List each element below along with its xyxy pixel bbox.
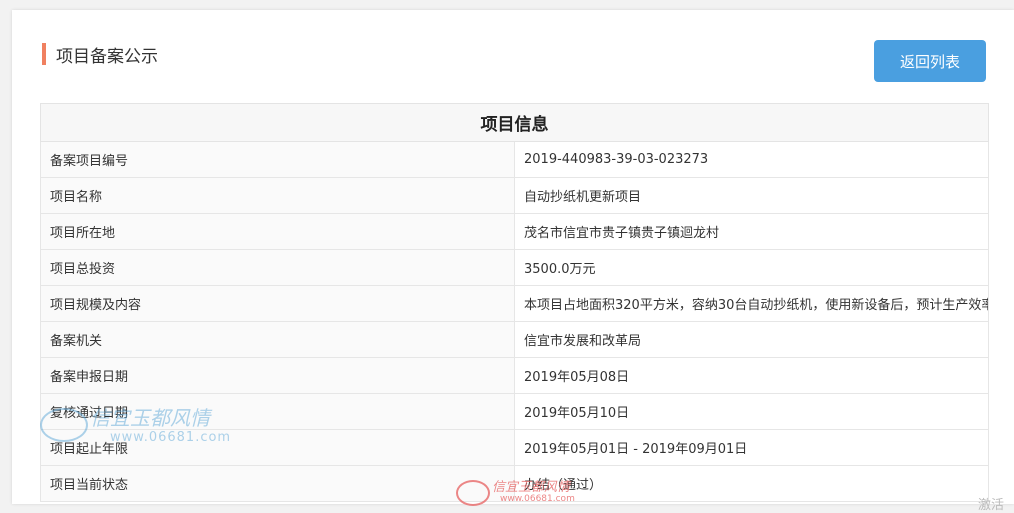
- title-accent-bar: [42, 43, 46, 65]
- row-value: 2019年05月10日: [514, 393, 989, 430]
- row-value: 2019-440983-39-03-023273: [514, 141, 989, 178]
- table-row: 项目名称 自动抄纸机更新项目: [40, 177, 989, 214]
- table-row: 复核通过日期 2019年05月10日: [40, 393, 989, 430]
- table-row: 备案申报日期 2019年05月08日: [40, 357, 989, 394]
- row-value: 2019年05月08日: [514, 357, 989, 394]
- content-card: 项目备案公示 返回列表 项目信息 备案项目编号 2019-440983-39-0…: [12, 10, 1014, 506]
- row-label: 项目起止年限: [40, 429, 515, 466]
- row-label: 项目所在地: [40, 213, 515, 250]
- row-value: 3500.0万元: [514, 249, 989, 286]
- row-label: 备案机关: [40, 321, 515, 358]
- table-row: 项目当前状态 办结（通过）: [40, 465, 989, 502]
- row-label: 复核通过日期: [40, 393, 515, 430]
- table-row: 项目规模及内容 本项目占地面积320平方米，容纳30台自动抄纸机，使用新设备后，…: [40, 285, 989, 322]
- table-row: 项目总投资 3500.0万元: [40, 249, 989, 286]
- back-to-list-button[interactable]: 返回列表: [874, 40, 986, 82]
- row-value: 本项目占地面积320平方米，容纳30台自动抄纸机，使用新设备后，预计生产效率提高…: [514, 285, 989, 322]
- table-row: 项目起止年限 2019年05月01日 - 2019年09月01日: [40, 429, 989, 466]
- table-row: 项目所在地 茂名市信宜市贵子镇贵子镇迴龙村: [40, 213, 989, 250]
- table-header-row: 项目信息: [40, 103, 989, 142]
- row-value: 2019年05月01日 - 2019年09月01日: [514, 429, 989, 466]
- row-value: 自动抄纸机更新项目: [514, 177, 989, 214]
- row-label: 项目规模及内容: [40, 285, 515, 322]
- row-label: 备案项目编号: [40, 141, 515, 178]
- row-value: 信宜市发展和改革局: [514, 321, 989, 358]
- row-label: 备案申报日期: [40, 357, 515, 394]
- project-info-table: 项目信息 备案项目编号 2019-440983-39-03-023273 项目名…: [40, 103, 989, 502]
- row-label: 项目当前状态: [40, 465, 515, 502]
- row-value: 办结（通过）: [514, 465, 989, 502]
- table-row: 备案项目编号 2019-440983-39-03-023273: [40, 141, 989, 178]
- row-value: 茂名市信宜市贵子镇贵子镇迴龙村: [514, 213, 989, 250]
- page-title-group: 项目备案公示: [42, 42, 158, 67]
- row-label: 项目总投资: [40, 249, 515, 286]
- page-title: 项目备案公示: [56, 46, 158, 67]
- row-label: 项目名称: [40, 177, 515, 214]
- table-header: 项目信息: [40, 103, 989, 142]
- table-row: 备案机关 信宜市发展和改革局: [40, 321, 989, 358]
